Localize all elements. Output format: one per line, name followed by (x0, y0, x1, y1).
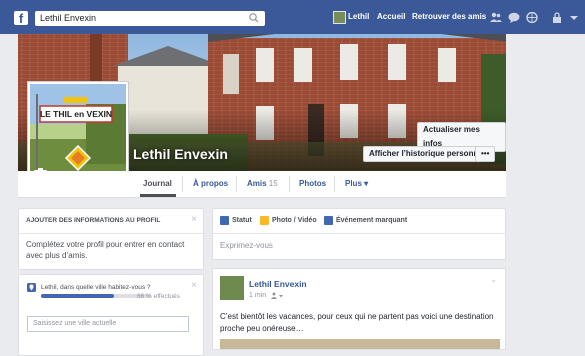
view-history-button[interactable]: Afficher l’historique personnel (363, 146, 492, 162)
active-tab-indicator (140, 194, 176, 197)
profile-progress-bar (41, 294, 151, 298)
city-input[interactable]: Saisissez une ville actuelle (27, 316, 189, 332)
friends-count: 15 (268, 179, 278, 188)
post-author-name[interactable]: Lethil Envexin (249, 279, 307, 289)
dropdown-arrow-icon[interactable] (568, 12, 580, 23)
tab-more[interactable]: Plus ▾ (345, 179, 368, 188)
tab-divider (182, 176, 183, 192)
feed-post: Lethil Envexin 1 min ⌄ C’est bientôt les… (212, 268, 506, 350)
facebook-logo[interactable]: f (14, 11, 28, 26)
profile-tabs: Journal À propos Amis 15 Photos Plus ▾ (18, 171, 506, 198)
globe-notifications-icon[interactable] (526, 12, 538, 23)
nav-home-link[interactable]: Accueil (377, 12, 405, 21)
tab-about[interactable]: À propos (193, 179, 228, 188)
messages-icon[interactable] (508, 12, 520, 23)
user-avatar[interactable] (333, 11, 346, 24)
city-question: Lethil, dans quelle ville habitez-vous ? (41, 284, 151, 291)
card-header: AJOUTER DES INFORMATIONS AU PROFIL × (19, 209, 203, 234)
photo-video-tab[interactable]: Photo / Vidéo (272, 217, 317, 224)
status-pencil-icon[interactable] (220, 216, 229, 225)
post-attached-photo[interactable] (220, 339, 500, 349)
progress-label: 66 % effectués (137, 293, 180, 300)
tab-photos[interactable]: Photos (299, 179, 326, 188)
life-event-tab[interactable]: Événement marquant (336, 217, 407, 224)
friend-requests-icon[interactable] (490, 12, 502, 23)
composer-input[interactable]: Exprimez-vous (220, 241, 273, 250)
tab-journal[interactable]: Journal (143, 179, 172, 188)
tab-friends[interactable]: Amis 15 (247, 179, 278, 188)
search-value: Lethil Envexin (40, 13, 97, 23)
post-options-chevron-icon[interactable]: ⌄ (490, 275, 497, 284)
privacy-lock-icon[interactable] (551, 12, 563, 23)
tab-divider (289, 176, 290, 192)
more-options-button[interactable]: ••• (475, 146, 496, 162)
post-composer: Statut Photo / Vidéo Événement marquant … (212, 208, 506, 260)
post-text: C’est bientôt les vacances, pour ceux qu… (220, 312, 494, 333)
close-icon[interactable]: × (191, 214, 197, 225)
audience-friends-icon[interactable] (271, 292, 283, 300)
city-prompt-card: Lethil, dans quelle ville habitez-vous ?… (18, 274, 204, 356)
nav-find-friends-link[interactable]: Retrouver des amis (412, 12, 486, 21)
tab-friends-label: Amis (247, 179, 267, 188)
search-input[interactable]: Lethil Envexin (35, 11, 265, 26)
search-icon[interactable] (248, 12, 260, 24)
add-info-title: AJOUTER DES INFORMATIONS AU PROFIL (26, 217, 161, 224)
village-sign-text: LE THIL en VEXIN (40, 109, 112, 119)
photo-video-icon[interactable] (260, 216, 269, 225)
status-tab[interactable]: Statut (232, 217, 252, 224)
post-timestamp[interactable]: 1 min (249, 292, 266, 299)
add-profile-info-card: AJOUTER DES INFORMATIONS AU PROFIL × Com… (18, 208, 204, 270)
close-icon[interactable]: × (191, 280, 197, 291)
location-pin-icon (27, 283, 36, 292)
composer-header: Statut Photo / Vidéo Événement marquant (213, 209, 505, 234)
tab-divider (334, 176, 335, 192)
top-navigation-bar: f Lethil Envexin Lethil Accueil Retrouve… (0, 0, 585, 34)
post-author-avatar[interactable] (220, 276, 244, 300)
nav-user-name[interactable]: Lethil (348, 12, 369, 21)
tab-divider (236, 176, 237, 192)
profile-progress-fill (41, 294, 114, 298)
add-info-description: Complétez votre profil pour entrer en co… (26, 240, 185, 260)
page-title: Lethil Envexin (133, 146, 228, 162)
city-input-placeholder: Saisissez une ville actuelle (33, 320, 117, 327)
life-event-flag-icon[interactable] (324, 216, 333, 225)
